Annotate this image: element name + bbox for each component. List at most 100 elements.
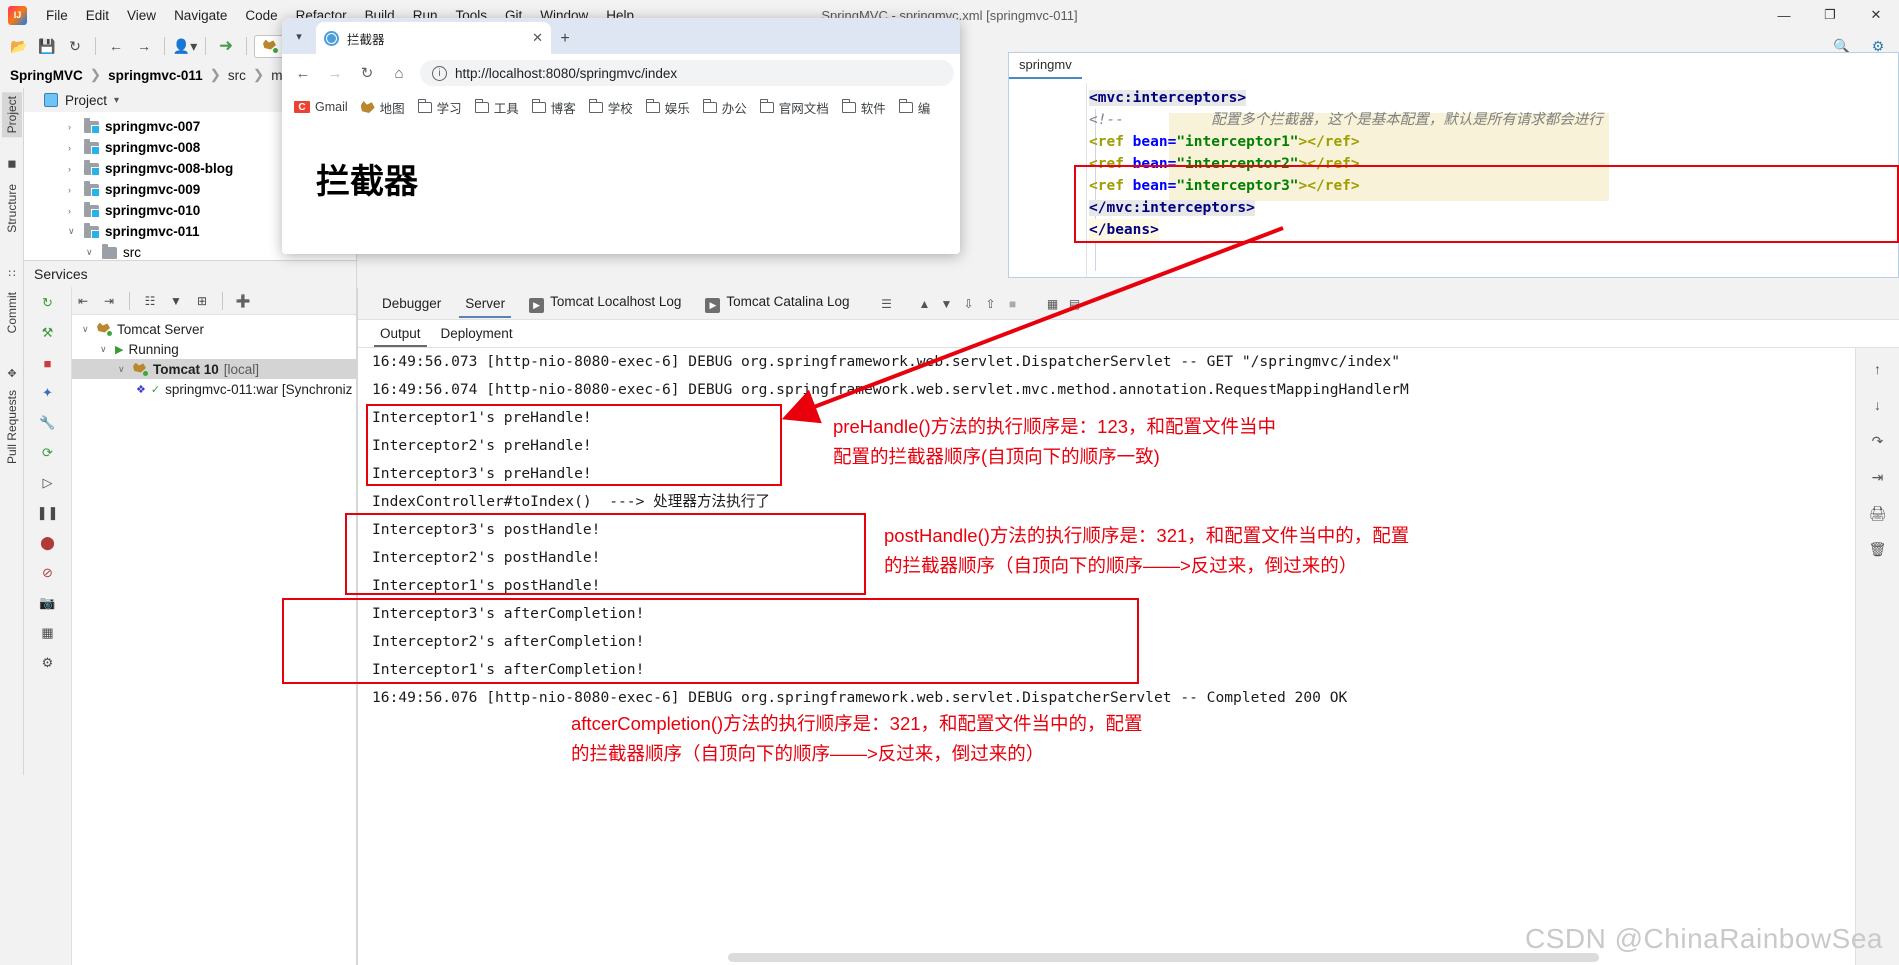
upload-icon[interactable]: ▲ <box>913 293 935 315</box>
refresh-icon[interactable]: ⟳ <box>33 439 63 467</box>
editor-fold-column[interactable] <box>1069 83 1087 277</box>
build-hammer-icon[interactable]: ➜ <box>213 34 239 58</box>
user-dropdown-icon[interactable]: 👤▾ <box>172 34 198 58</box>
new-tab-button[interactable]: + <box>551 24 579 54</box>
subtab-deployment[interactable]: Deployment <box>431 321 523 346</box>
bookmark-folder-guanwang[interactable]: 官网文档 <box>759 98 829 117</box>
no-breakpoint-icon[interactable]: ⊘ <box>33 559 63 587</box>
save-icon[interactable]: 💾 <box>34 34 60 58</box>
sidebar-tab-structure[interactable]: Structure <box>2 180 22 237</box>
tab-tomcat-localhost-log[interactable]: ▶ Tomcat Localhost Log <box>517 287 693 320</box>
close-button[interactable]: ✕ <box>1853 0 1899 30</box>
menu-file[interactable]: File <box>37 4 77 27</box>
layout-2-icon[interactable]: ▤ <box>1063 293 1085 315</box>
back-icon[interactable]: ← <box>103 34 129 58</box>
chevron-right-icon[interactable]: › <box>68 206 78 216</box>
menu-navigate[interactable]: Navigate <box>165 4 236 27</box>
bookmark-folder-boke[interactable]: 博客 <box>531 98 576 117</box>
site-info-icon[interactable]: i <box>432 65 447 81</box>
trash-icon[interactable]: 🗑 <box>1863 534 1893 564</box>
chevron-down-icon[interactable]: ∨ <box>118 364 128 375</box>
console-horizontal-scrollbar[interactable] <box>728 953 1599 962</box>
open-folder-icon[interactable]: 📂 <box>6 34 32 58</box>
editor-code[interactable]: <mvc:interceptors> <!-- 配置多个拦截器，这个是基本配置，… <box>1089 87 1898 277</box>
settings-wrench-icon[interactable]: 🔧 <box>33 409 63 437</box>
rerun-icon[interactable]: ↻ <box>33 289 63 317</box>
menu-icon[interactable]: ☰ <box>875 293 897 315</box>
bookmark-folder-xuexiao[interactable]: 学校 <box>588 98 633 117</box>
chevron-right-icon[interactable]: › <box>68 185 78 195</box>
filter-icon[interactable]: ▼ <box>165 291 187 311</box>
chevron-right-icon[interactable]: › <box>68 143 78 153</box>
scroll-end-icon[interactable]: ⇥ <box>1863 462 1893 492</box>
sidebar-tab-project[interactable]: Project <box>2 92 22 138</box>
mute-icon[interactable]: ⬤ <box>33 529 63 557</box>
camera-icon[interactable]: 📷 <box>33 589 63 617</box>
home-icon[interactable]: ⌂ <box>384 58 414 88</box>
menu-edit[interactable]: Edit <box>77 4 118 27</box>
bookmark-folder-xuexi[interactable]: 学习 <box>417 98 462 117</box>
collapse-all-icon[interactable]: ⇥ <box>98 291 120 311</box>
print-icon[interactable]: 🖨 <box>1863 498 1893 528</box>
resume-icon[interactable]: ▷ <box>33 469 63 497</box>
reload-icon[interactable]: ↻ <box>352 58 382 88</box>
add-tab-icon[interactable]: ⊞ <box>191 291 213 311</box>
tab-tomcat-catalina-log[interactable]: ▶ Tomcat Catalina Log <box>693 287 861 320</box>
maximize-button[interactable]: ❐ <box>1807 0 1853 30</box>
services-item-tomcat-10[interactable]: ∨ Tomcat 10 [local] <box>24 359 356 379</box>
back-icon[interactable]: ← <box>288 58 318 88</box>
modules-icon[interactable]: ∷ <box>5 266 19 280</box>
close-tab-icon[interactable]: ✕ <box>532 30 543 46</box>
breadcrumb-item-springmvc-011[interactable]: springmvc-011 <box>108 68 203 83</box>
services-item-running[interactable]: ∨ ▶ Running <box>24 339 356 359</box>
layout-icon[interactable]: ✦ <box>33 379 63 407</box>
bookmark-folder-bian[interactable]: 编 <box>898 98 930 117</box>
sidebar-tab-pull-requests[interactable]: Pull Requests <box>2 386 22 468</box>
chevron-down-icon[interactable]: ∨ <box>100 344 110 355</box>
console-log[interactable]: 16:49:56.073 [http-nio-8080-exec-6] DEBU… <box>358 348 1855 937</box>
editor-tab-springmvc-xml[interactable]: springmv <box>1009 53 1082 79</box>
undeploy-icon[interactable]: ⇧ <box>979 293 1001 315</box>
bookmark-folder-gongju[interactable]: 工具 <box>474 98 519 117</box>
tab-debugger[interactable]: Debugger <box>370 289 453 318</box>
tab-search-caret-icon[interactable]: ▾ <box>282 18 316 54</box>
bookmark-gmail[interactable]: C Gmail <box>294 100 348 114</box>
add-icon[interactable]: ➕ <box>232 291 254 311</box>
chevron-down-icon[interactable]: ∨ <box>86 247 96 258</box>
services-item-tomcat-server[interactable]: ∨ Tomcat Server <box>24 319 356 339</box>
breadcrumb-item-src[interactable]: src <box>228 68 246 83</box>
chevron-down-icon[interactable]: ∨ <box>68 226 78 237</box>
breadcrumb-item-springmvc[interactable]: SpringMVC <box>10 68 83 83</box>
layout-1-icon[interactable]: ▦ <box>1041 293 1063 315</box>
pause-icon[interactable]: ❚❚ <box>33 499 63 527</box>
scroll-down-icon[interactable]: ↓ <box>1863 390 1893 420</box>
branch-icon[interactable]: ✥ <box>5 366 19 380</box>
tab-server[interactable]: Server <box>453 289 517 318</box>
expand-all-icon[interactable]: ⇤ <box>72 291 94 311</box>
chevron-down-icon[interactable]: ▾ <box>114 95 119 106</box>
stop-icon[interactable]: ■ <box>33 349 63 377</box>
debug-icon[interactable]: ⚒ <box>33 319 63 347</box>
gear-icon[interactable]: ⚙ <box>33 649 63 677</box>
chevron-right-icon[interactable]: › <box>68 122 78 132</box>
menu-code[interactable]: Code <box>236 4 286 27</box>
address-bar[interactable]: i http://localhost:8080/springmvc/index <box>420 60 954 86</box>
forward-icon[interactable]: → <box>131 34 157 58</box>
subtab-output[interactable]: Output <box>370 321 431 347</box>
folder-icon[interactable]: ◼ <box>5 156 19 170</box>
bookmark-folder-bangong[interactable]: 办公 <box>702 98 747 117</box>
group-icon[interactable]: ☷ <box>139 291 161 311</box>
chevron-down-icon[interactable]: ∨ <box>82 324 92 335</box>
soft-wrap-icon[interactable]: ↷ <box>1863 426 1893 456</box>
bookmark-map[interactable]: 地图 <box>360 98 405 117</box>
forward-icon[interactable]: → <box>320 58 350 88</box>
sync-icon[interactable]: ↻ <box>62 34 88 58</box>
browser-tab[interactable]: 拦截器 ✕ <box>316 22 551 54</box>
menu-view[interactable]: View <box>118 4 165 27</box>
minimize-button[interactable]: — <box>1761 0 1807 30</box>
download-icon[interactable]: ▼ <box>935 293 957 315</box>
services-item-war-artifact[interactable]: ❖ ✓ springmvc-011:war [Synchroniz <box>24 379 356 399</box>
deploy-icon[interactable]: ⇩ <box>957 293 979 315</box>
bookmark-folder-ruanjian[interactable]: 软件 <box>841 98 886 117</box>
scroll-up-icon[interactable]: ↑ <box>1863 354 1893 384</box>
